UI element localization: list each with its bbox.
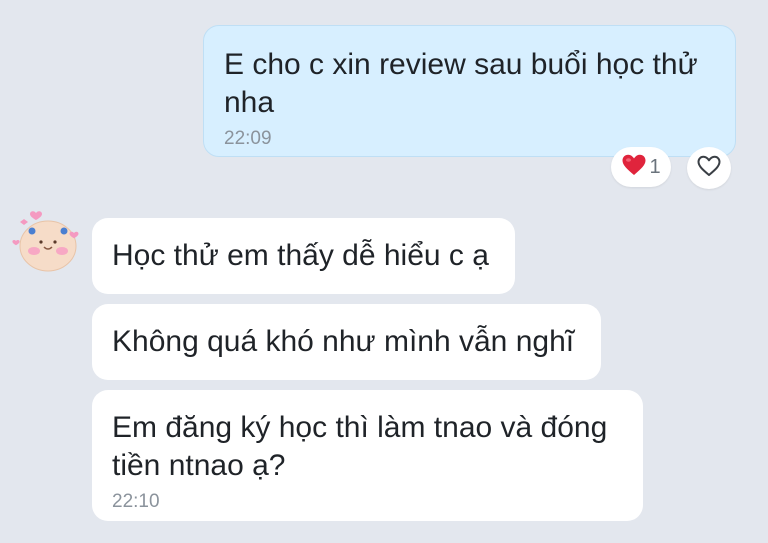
sender-avatar[interactable] — [12, 209, 84, 273]
reaction-summary[interactable]: 1 — [611, 147, 671, 187]
outgoing-message-bubble[interactable]: E cho c xin review sau buổi học thử nha … — [203, 25, 736, 157]
incoming-message-bubble[interactable]: Không quá khó như mình vẫn nghĩ — [92, 304, 601, 380]
add-reaction-button[interactable] — [687, 147, 731, 189]
heart-outline-icon — [696, 154, 722, 183]
message-text: Học thử em thấy dễ hiểu c ạ — [112, 239, 489, 272]
message-text: E cho c xin review sau buổi học thử nha — [224, 48, 698, 119]
message-timestamp: 22:10 — [112, 491, 160, 512]
heart-icon — [621, 153, 647, 182]
reaction-count: 1 — [649, 155, 661, 178]
message-text: Em đăng ký học thì làm tnao và đóng tiền… — [112, 411, 608, 482]
incoming-message-bubble[interactable]: Em đăng ký học thì làm tnao và đóng tiền… — [92, 390, 643, 521]
message-text: Không quá khó như mình vẫn nghĩ — [112, 325, 575, 358]
incoming-message-bubble[interactable]: Học thử em thấy dễ hiểu c ạ — [92, 218, 515, 294]
